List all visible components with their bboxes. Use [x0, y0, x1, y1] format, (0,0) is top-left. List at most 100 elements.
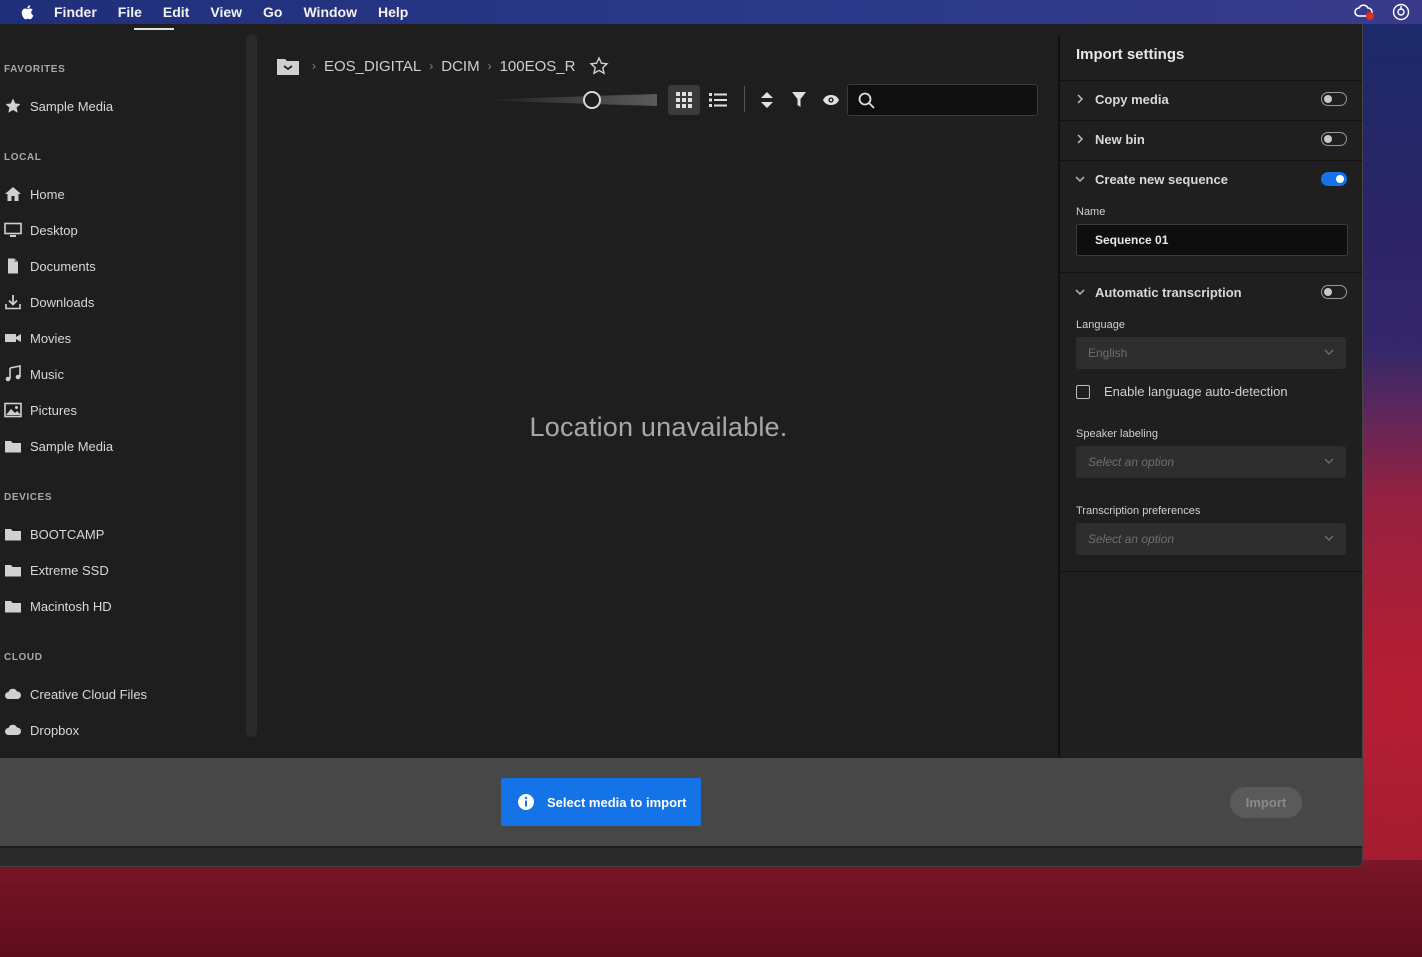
- sidebar-item-macintosh-hd[interactable]: Macintosh HD: [4, 594, 112, 618]
- sidebar-item-sample-media[interactable]: Sample Media: [4, 434, 113, 458]
- language-value: English: [1088, 346, 1128, 360]
- bottom-bar: Select media to import Import: [0, 758, 1362, 866]
- menu-underline: [134, 28, 174, 30]
- sidebar-item-music[interactable]: Music: [4, 362, 64, 386]
- select-media-label: Select media to import: [547, 794, 687, 810]
- search-icon: [858, 92, 875, 109]
- transcription-preferences-dropdown[interactable]: Select an option: [1076, 523, 1346, 555]
- sidebar-item-bootcamp[interactable]: BOOTCAMP: [4, 522, 104, 546]
- empty-state-message: Location unavailable.: [529, 412, 788, 442]
- auto-transcription-row[interactable]: Automatic transcription: [1060, 274, 1362, 310]
- image-icon: [4, 401, 22, 419]
- sidebar-item-sample-media-fav[interactable]: Sample Media: [4, 94, 113, 118]
- sidebar-section-devices: DEVICES: [4, 492, 53, 503]
- sidebar-item-label: Sample Media: [30, 98, 114, 114]
- status-icon[interactable]: [1392, 3, 1410, 21]
- menu-file[interactable]: File: [118, 4, 142, 20]
- create-sequence-row[interactable]: Create new sequence: [1060, 161, 1362, 197]
- create-sequence-toggle[interactable]: [1321, 172, 1347, 186]
- menu-app-name[interactable]: Finder: [54, 4, 97, 20]
- menu-bar: Finder File Edit View Go Window Help: [0, 0, 1422, 30]
- list-view-button[interactable]: [702, 85, 734, 115]
- visibility-button[interactable]: [815, 85, 847, 115]
- menu-view[interactable]: View: [210, 4, 242, 20]
- grid-icon: [676, 92, 692, 108]
- divider: [1060, 571, 1362, 572]
- sidebar-section-favorites: FAVORITES: [4, 64, 66, 75]
- breadcrumb-item[interactable]: EOS_DIGITAL: [324, 58, 421, 75]
- chevron-down-icon[interactable]: [1075, 287, 1085, 297]
- sidebar: FAVORITES Sample Media LOCAL Home Deskto…: [0, 24, 245, 758]
- thumbnail-size-slider-track[interactable]: [487, 94, 657, 106]
- cloud-icon: [4, 685, 22, 703]
- menu-edit[interactable]: Edit: [163, 4, 189, 20]
- sidebar-item-label: Extreme SSD: [30, 562, 109, 578]
- folder-dropdown-icon[interactable]: [276, 56, 300, 76]
- sidebar-scrollbar[interactable]: [246, 34, 257, 737]
- import-settings-panel: Import settings Copy media New bin Creat…: [1058, 34, 1362, 758]
- chevron-down-icon[interactable]: [1075, 174, 1085, 184]
- sidebar-item-documents[interactable]: Documents: [4, 254, 96, 278]
- import-button[interactable]: Import: [1230, 787, 1302, 818]
- chevron-down-icon: [1324, 535, 1334, 541]
- breadcrumb-item[interactable]: DCIM: [441, 58, 479, 75]
- chevron-down-icon: [1324, 458, 1334, 464]
- sort-button[interactable]: [751, 85, 783, 115]
- auto-detect-row[interactable]: Enable language auto-detection: [1076, 384, 1288, 399]
- apple-icon[interactable]: [20, 4, 36, 20]
- transcription-preferences-label: Transcription preferences: [1076, 505, 1201, 517]
- speaker-labeling-dropdown[interactable]: Select an option: [1076, 446, 1346, 478]
- thumbnail-size-slider-handle[interactable]: [583, 91, 601, 109]
- menu-window[interactable]: Window: [303, 4, 357, 20]
- select-media-button[interactable]: Select media to import: [501, 778, 701, 826]
- folder-icon: [4, 597, 22, 615]
- import-window: FAVORITES Sample Media LOCAL Home Deskto…: [0, 24, 1363, 867]
- transcription-preferences-value: Select an option: [1088, 532, 1175, 546]
- chevron-right-icon[interactable]: [1075, 134, 1085, 144]
- speaker-labeling-label: Speaker labeling: [1076, 428, 1158, 440]
- sidebar-item-label: Downloads: [30, 294, 95, 310]
- sidebar-item-downloads[interactable]: Downloads: [4, 290, 94, 314]
- sidebar-item-home[interactable]: Home: [4, 182, 65, 206]
- copy-media-row[interactable]: Copy media: [1060, 81, 1362, 117]
- chevron-right-icon[interactable]: [1075, 94, 1085, 104]
- desktop-icon: [4, 221, 22, 239]
- sidebar-item-creative-cloud-files[interactable]: Creative Cloud Files: [4, 682, 147, 706]
- favorite-star-icon[interactable]: [589, 56, 610, 76]
- search-field[interactable]: [847, 84, 1038, 116]
- sidebar-item-desktop[interactable]: Desktop: [4, 218, 78, 242]
- sidebar-item-extreme-ssd[interactable]: Extreme SSD: [4, 558, 109, 582]
- creative-cloud-icon[interactable]: [1354, 3, 1374, 21]
- create-sequence-label: Create new sequence: [1095, 171, 1228, 187]
- eye-icon: [823, 95, 839, 105]
- auto-detect-checkbox[interactable]: [1076, 384, 1090, 399]
- breadcrumb-item[interactable]: 100EOS_R: [500, 58, 576, 75]
- menu-go[interactable]: Go: [263, 4, 282, 20]
- sidebar-item-label: Sample Media: [30, 438, 114, 454]
- new-bin-row[interactable]: New bin: [1060, 121, 1362, 157]
- menu-help[interactable]: Help: [378, 4, 408, 20]
- language-dropdown[interactable]: English: [1076, 337, 1346, 369]
- new-bin-toggle[interactable]: [1321, 132, 1347, 146]
- search-input[interactable]: [882, 90, 1032, 110]
- auto-transcription-toggle[interactable]: [1321, 285, 1347, 299]
- grid-view-button[interactable]: [668, 85, 700, 115]
- divider: [1060, 272, 1362, 273]
- sort-icon: [761, 92, 773, 108]
- sidebar-item-pictures[interactable]: Pictures: [4, 398, 77, 422]
- sidebar-item-dropbox[interactable]: Dropbox: [4, 718, 79, 742]
- copy-media-toggle[interactable]: [1321, 92, 1347, 106]
- sequence-name-field[interactable]: Sequence 01: [1076, 224, 1348, 256]
- sidebar-item-label: Macintosh HD: [30, 598, 112, 614]
- sidebar-item-label: Creative Cloud Files: [30, 686, 148, 702]
- copy-media-label: Copy media: [1095, 91, 1169, 107]
- sidebar-item-movies[interactable]: Movies: [4, 326, 71, 350]
- filter-icon: [792, 92, 806, 107]
- sequence-name-label: Name: [1076, 206, 1106, 218]
- chevron-right-icon: ›: [487, 59, 492, 73]
- sidebar-section-cloud: CLOUD: [4, 652, 43, 663]
- folder-icon: [4, 525, 22, 543]
- sidebar-item-label: BOOTCAMP: [30, 526, 105, 542]
- music-icon: [4, 365, 22, 383]
- filter-button[interactable]: [783, 85, 815, 115]
